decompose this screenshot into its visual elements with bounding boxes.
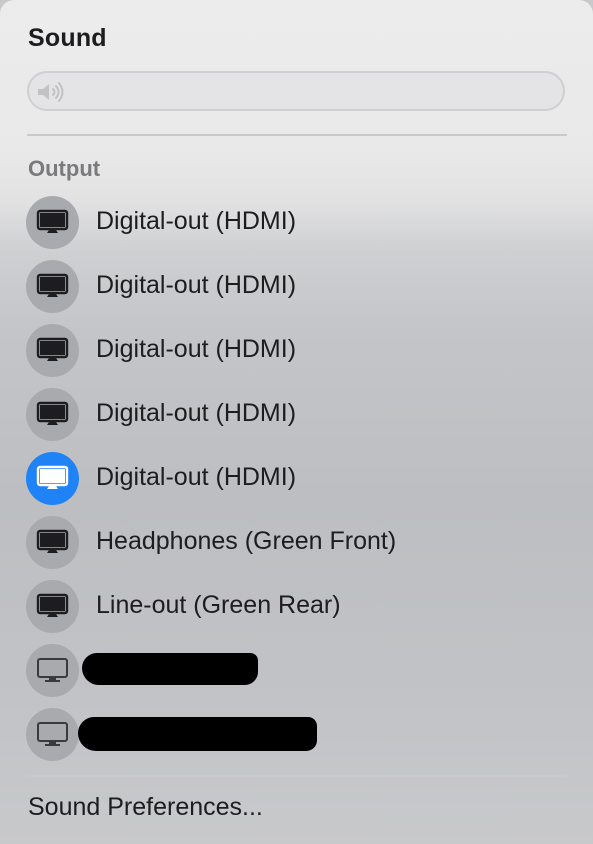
- redacted-label: [78, 717, 317, 751]
- menu-title: Sound: [28, 24, 107, 52]
- output-device-label: Digital-out (HDMI): [96, 335, 297, 363]
- volume-slider[interactable]: [27, 71, 565, 111]
- output-device-item[interactable]: Digital-out (HDMI): [26, 324, 566, 378]
- output-device-label: Digital-out (HDMI): [96, 463, 297, 491]
- output-device-item[interactable]: [26, 708, 566, 762]
- redacted-label: [82, 653, 258, 685]
- display-icon: [26, 644, 79, 697]
- display-icon: [26, 196, 79, 249]
- output-device-item[interactable]: Headphones (Green Front): [26, 516, 566, 570]
- output-device-item[interactable]: [26, 644, 566, 698]
- display-icon: [26, 388, 79, 441]
- output-device-label: Digital-out (HDMI): [96, 271, 297, 299]
- output-device-item[interactable]: Digital-out (HDMI): [26, 388, 566, 442]
- output-device-item-selected[interactable]: Digital-out (HDMI): [26, 452, 566, 506]
- display-icon: [26, 324, 79, 377]
- output-device-item[interactable]: Digital-out (HDMI): [26, 196, 566, 250]
- output-device-label: Headphones (Green Front): [96, 527, 397, 555]
- display-icon: [26, 260, 79, 313]
- display-icon: [26, 708, 79, 761]
- sound-preferences-link[interactable]: Sound Preferences...: [28, 793, 263, 822]
- display-icon: [26, 580, 79, 633]
- sound-menu-panel: Sound Output Digital-out (HDMI) Digital-…: [0, 0, 593, 844]
- divider: [27, 134, 567, 136]
- output-device-item[interactable]: Digital-out (HDMI): [26, 260, 566, 314]
- divider: [27, 775, 567, 777]
- output-device-item[interactable]: Line-out (Green Rear): [26, 580, 566, 634]
- output-section-label: Output: [28, 156, 101, 181]
- display-icon: [26, 516, 79, 569]
- output-device-label: Digital-out (HDMI): [96, 207, 297, 235]
- display-icon: [26, 452, 79, 505]
- speaker-icon: [38, 82, 64, 102]
- output-device-label: Digital-out (HDMI): [96, 399, 297, 427]
- output-device-label: Line-out (Green Rear): [96, 591, 341, 619]
